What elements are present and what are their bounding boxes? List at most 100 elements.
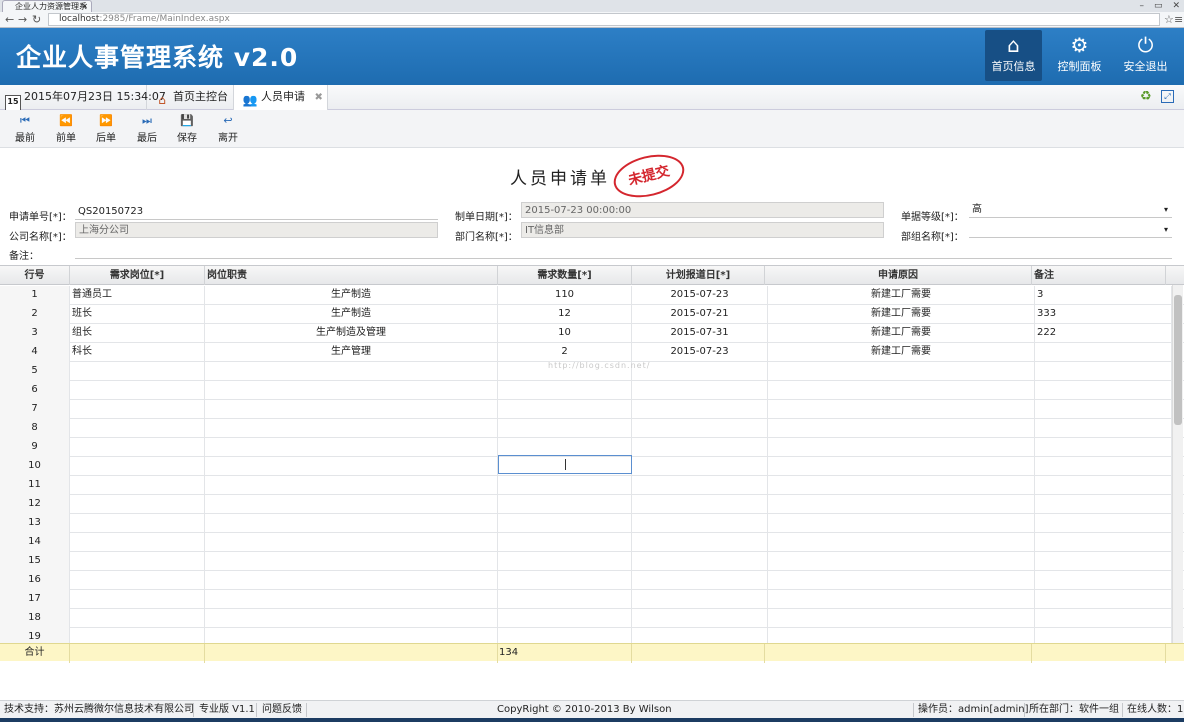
last-button[interactable]: ⏭ 最后 [128, 113, 166, 144]
report-date-cell[interactable] [632, 400, 768, 419]
reason-cell[interactable] [768, 381, 1035, 400]
remark-cell[interactable] [1035, 381, 1172, 400]
level-select[interactable]: 高 ▾ [969, 202, 1172, 218]
remark-cell[interactable] [1035, 362, 1172, 381]
position-cell[interactable] [70, 552, 205, 571]
remark-cell[interactable] [1035, 514, 1172, 533]
table-row[interactable]: 14 [0, 533, 1184, 552]
scrollbar-thumb[interactable] [1174, 295, 1182, 425]
close-icon[interactable]: ✕ [81, 1, 88, 12]
report-date-cell[interactable]: 2015-07-23 [632, 343, 768, 362]
forward-icon[interactable]: → [18, 13, 27, 26]
table-row[interactable]: 4 科长 生产管理 2 2015-07-23 新建工厂需要 [0, 343, 1184, 362]
reason-cell[interactable] [768, 476, 1035, 495]
refresh-icon[interactable]: ♻ [1140, 89, 1152, 104]
position-cell[interactable]: 组长 [70, 324, 205, 343]
duty-cell[interactable] [205, 533, 498, 552]
position-cell[interactable] [70, 400, 205, 419]
position-cell[interactable] [70, 514, 205, 533]
remark-cell[interactable] [1035, 343, 1172, 362]
reason-cell[interactable]: 新建工厂需要 [768, 286, 1035, 305]
quantity-cell[interactable]: 10 [498, 324, 632, 343]
position-cell[interactable] [70, 495, 205, 514]
quantity-cell[interactable]: 2 [498, 343, 632, 362]
reason-cell[interactable] [768, 533, 1035, 552]
duty-cell[interactable] [205, 514, 498, 533]
exit-button[interactable]: ↩ 离开 [209, 113, 247, 144]
col-duty[interactable]: 岗位职责 [205, 266, 498, 285]
save-button[interactable]: 💾 保存 [168, 113, 206, 144]
report-date-cell[interactable] [632, 514, 768, 533]
col-remark[interactable]: 备注 [1032, 266, 1166, 285]
duty-cell[interactable] [205, 438, 498, 457]
quantity-cell[interactable] [498, 381, 632, 400]
remark-cell[interactable] [1035, 495, 1172, 514]
report-date-cell[interactable] [632, 457, 768, 476]
quantity-cell[interactable] [498, 514, 632, 533]
report-date-cell[interactable] [632, 381, 768, 400]
report-date-cell[interactable]: 2015-07-21 [632, 305, 768, 324]
remark-cell[interactable] [1035, 609, 1172, 628]
duty-cell[interactable] [205, 590, 498, 609]
report-date-cell[interactable]: 2015-07-23 [632, 286, 768, 305]
minimize-icon[interactable]: – [1139, 1, 1144, 11]
table-row[interactable]: 8 [0, 419, 1184, 438]
position-cell[interactable] [70, 457, 205, 476]
duty-cell[interactable] [205, 457, 498, 476]
reason-cell[interactable] [768, 609, 1035, 628]
remark-cell[interactable] [1035, 533, 1172, 552]
table-row[interactable]: 15 [0, 552, 1184, 571]
position-cell[interactable] [70, 362, 205, 381]
close-window-icon[interactable]: ✕ [1172, 1, 1180, 11]
reason-cell[interactable] [768, 514, 1035, 533]
quantity-cell[interactable]: 110 [498, 286, 632, 305]
remark-cell[interactable]: 3 [1035, 286, 1172, 305]
table-row[interactable]: 13 [0, 514, 1184, 533]
quantity-cell[interactable] [498, 400, 632, 419]
table-row[interactable]: 16 [0, 571, 1184, 590]
order-no-field[interactable]: QS20150723 [75, 204, 438, 220]
reload-icon[interactable]: ↻ [32, 13, 41, 26]
table-row[interactable]: 11 [0, 476, 1184, 495]
reason-cell[interactable]: 新建工厂需要 [768, 305, 1035, 324]
remark-cell[interactable] [1035, 476, 1172, 495]
remark-cell[interactable] [1035, 400, 1172, 419]
reason-cell[interactable] [768, 495, 1035, 514]
address-bar[interactable]: localhost:2985/Frame/MainIndex.aspx [48, 13, 1160, 26]
quantity-cell[interactable] [498, 419, 632, 438]
duty-cell[interactable] [205, 419, 498, 438]
quantity-cell[interactable] [498, 590, 632, 609]
fullscreen-icon[interactable]: ⤢ [1161, 90, 1174, 103]
remark-cell[interactable] [1035, 571, 1172, 590]
table-row[interactable]: 18 [0, 609, 1184, 628]
report-date-cell[interactable]: 2015-07-31 [632, 324, 768, 343]
remark-cell[interactable]: 222 [1035, 324, 1172, 343]
position-cell[interactable]: 班长 [70, 305, 205, 324]
remark-cell[interactable] [1035, 457, 1172, 476]
control-panel-button[interactable]: ⚙ 控制面板 [1051, 30, 1108, 81]
logout-button[interactable]: ⏻ 安全退出 [1117, 30, 1174, 81]
table-row[interactable]: 6 [0, 381, 1184, 400]
remark-cell[interactable]: 333 [1035, 305, 1172, 324]
report-date-cell[interactable] [632, 533, 768, 552]
col-reason[interactable]: 申请原因 [765, 266, 1032, 285]
duty-cell[interactable]: 生产制造及管理 [205, 324, 498, 343]
home-info-button[interactable]: ⌂ 首页信息 [985, 30, 1042, 81]
position-cell[interactable] [70, 533, 205, 552]
duty-cell[interactable] [205, 381, 498, 400]
duty-cell[interactable] [205, 552, 498, 571]
duty-cell[interactable] [205, 571, 498, 590]
duty-cell[interactable] [205, 362, 498, 381]
grid-scrollbar[interactable] [1172, 285, 1183, 643]
back-icon[interactable]: ← [5, 13, 14, 26]
reason-cell[interactable] [768, 438, 1035, 457]
report-date-cell[interactable] [632, 476, 768, 495]
report-date-cell[interactable] [632, 495, 768, 514]
reason-cell[interactable] [768, 590, 1035, 609]
reason-cell[interactable] [768, 419, 1035, 438]
close-tab-icon[interactable]: ✖ [315, 92, 323, 103]
report-date-cell[interactable] [632, 362, 768, 381]
group-select[interactable]: ▾ [969, 222, 1172, 238]
table-row[interactable]: 3 组长 生产制造及管理 10 2015-07-31 新建工厂需要 222 [0, 324, 1184, 343]
duty-cell[interactable] [205, 400, 498, 419]
